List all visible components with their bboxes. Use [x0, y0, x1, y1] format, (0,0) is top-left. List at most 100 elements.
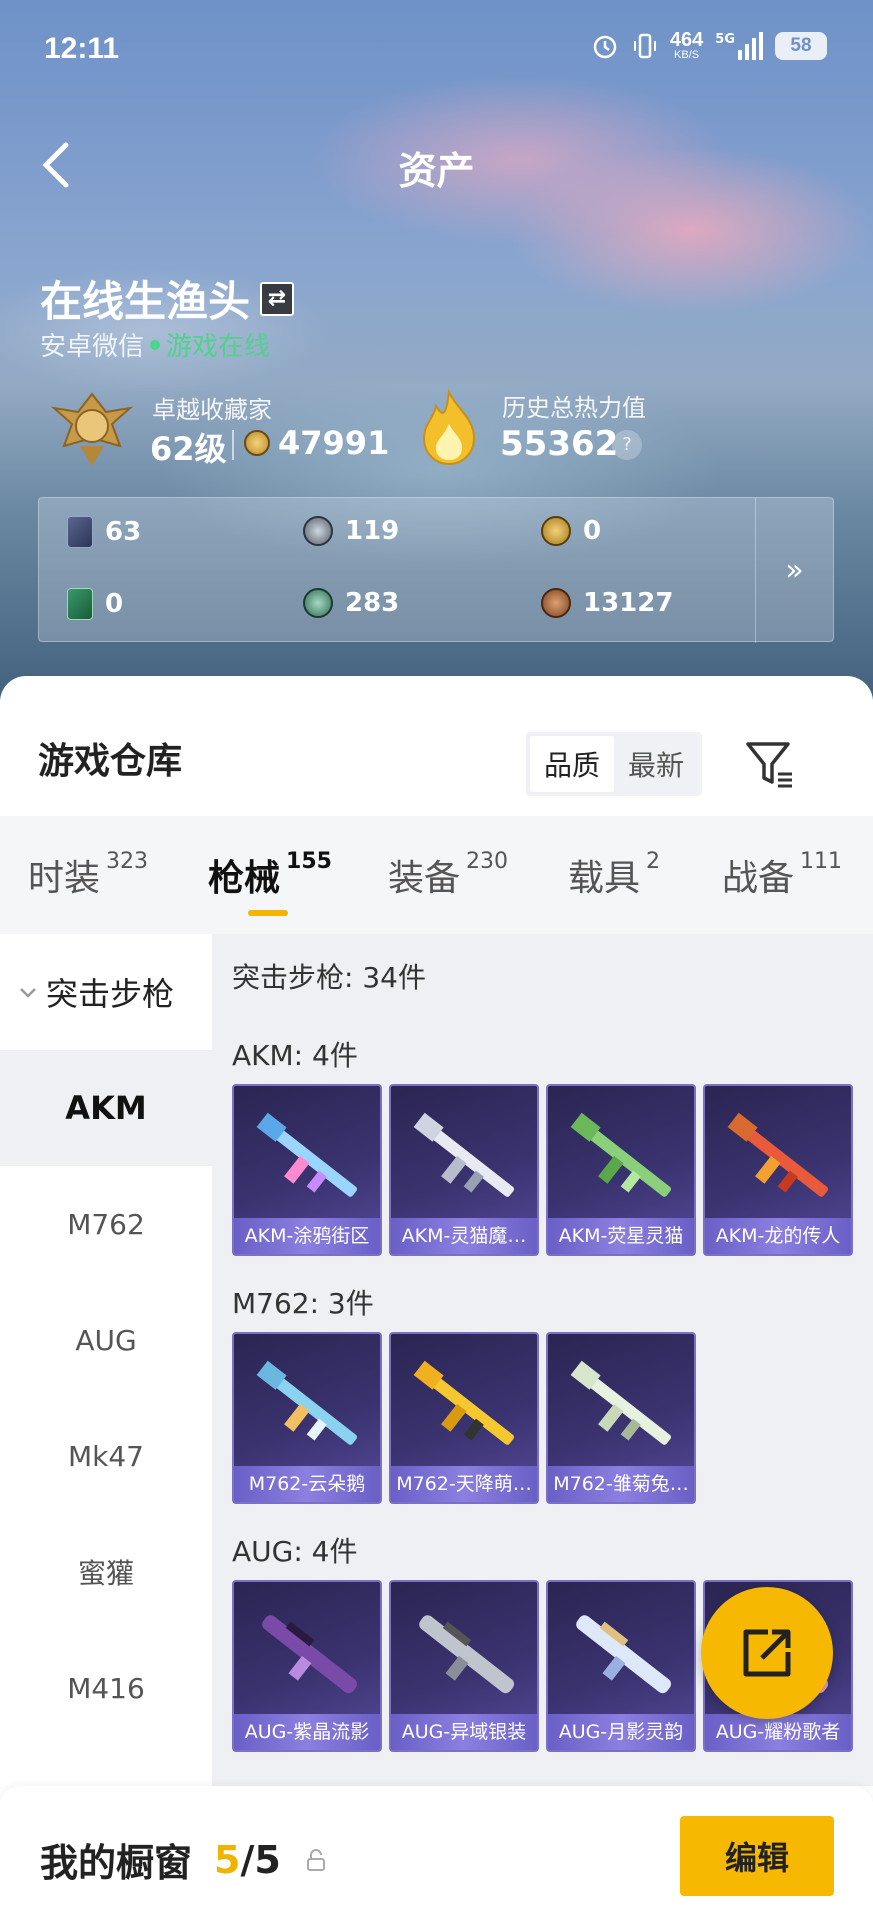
weapon-name: AKM-灵猫魔… [391, 1218, 537, 1254]
expand-chevron-icon[interactable]: » [755, 498, 833, 643]
tab-fashion[interactable]: 时装 323 [28, 816, 148, 934]
rifle-icon [419, 1615, 515, 1694]
chevron-down-icon [20, 988, 36, 998]
rifle-icon [256, 1112, 358, 1197]
weapon-name: M762-天降萌… [391, 1466, 537, 1502]
rifle-icon [727, 1112, 829, 1197]
tab-label: 战备 [722, 858, 795, 899]
rifle-icon [570, 1360, 672, 1445]
warehouse-title: 游戏仓库 [38, 741, 183, 782]
tab-label: 载具 [568, 858, 641, 899]
status-bar: 12:11 464 KB/S 5G 58 [0, 0, 873, 100]
sidebar-group-label: 突击步枪 [46, 975, 175, 1013]
rifle-icon [413, 1112, 515, 1197]
sidebar-item-akm[interactable]: AKM [0, 1050, 212, 1166]
tab-label: 时装 [28, 858, 101, 899]
weapon-name: M762-雏菊兔… [548, 1466, 694, 1502]
heat-label: 历史总热力值 [502, 394, 646, 422]
stat-gold[interactable]: 0 [541, 516, 601, 546]
rifle-icon [256, 1360, 358, 1445]
switch-account-icon[interactable]: ⇄ [260, 281, 295, 316]
weapon-card[interactable]: AUG-异域银装 [389, 1580, 539, 1752]
showcase-title: 我的橱窗 [40, 1841, 193, 1885]
share-fab-button[interactable] [701, 1587, 833, 1719]
sort-latest-button[interactable]: 最新 [614, 736, 698, 792]
weapon-name: M762-云朵鹅 [234, 1466, 380, 1502]
sidebar-item-m416[interactable]: M416 [0, 1630, 212, 1746]
weapon-name: AUG-异域银装 [391, 1714, 537, 1750]
tab-count: 111 [800, 848, 843, 874]
stat-value: 0 [105, 589, 124, 619]
online-dot [150, 339, 161, 350]
stat-card[interactable]: 63 [67, 516, 141, 548]
username-text: 在线生渔头 [40, 277, 251, 326]
filter-icon[interactable] [742, 736, 798, 792]
sidebar-group-assault-rifles[interactable]: 突击步枪 [0, 934, 212, 1050]
tab-label: 枪械 [208, 858, 281, 899]
divider [232, 430, 234, 460]
weapon-card[interactable]: M762-天降萌… [389, 1332, 539, 1504]
weapon-card[interactable]: AKM-龙的传人 [703, 1084, 853, 1256]
stat-silver[interactable]: 119 [303, 516, 399, 546]
tab-vehicles[interactable]: 载具 2 [568, 816, 660, 934]
sidebar-item-m762[interactable]: M762 [0, 1166, 212, 1282]
collector-medal-icon [50, 392, 134, 466]
weapon-card[interactable]: AUG-紫晶流影 [232, 1580, 382, 1752]
rifle-icon [570, 1112, 672, 1197]
weapon-card[interactable]: AUG-月影灵韵 [546, 1580, 696, 1752]
online-status: 游戏在线 [166, 332, 271, 362]
tab-equipment[interactable]: 装备 230 [388, 816, 508, 934]
stat-value: 283 [345, 588, 400, 618]
sidebar-item-mk47[interactable]: Mk47 [0, 1398, 212, 1514]
currency-panel: 63 119 0 0 283 13127 » [38, 497, 834, 643]
status-time: 12:11 [44, 32, 120, 65]
net-speed: 464 KB/S [669, 29, 704, 61]
weapon-sidebar: 突击步枪 AKM M762 AUG Mk47 蜜獾 M416 [0, 934, 212, 1786]
rifle-icon [413, 1360, 515, 1445]
tab-guns[interactable]: 枪械 155 [208, 816, 332, 934]
username[interactable]: 在线生渔头 ⇄ [40, 268, 295, 329]
sidebar-item-honey-badger[interactable]: 蜜獾 [0, 1514, 212, 1630]
card-icon [67, 516, 93, 548]
weapon-name: AKM-龙的传人 [705, 1218, 851, 1254]
weapon-card[interactable]: M762-云朵鹅 [232, 1332, 382, 1504]
weapon-card[interactable]: AKM-涂鸦街区 [232, 1084, 382, 1256]
warehouse-sheet: 游戏仓库 品质 最新 时装 323 枪械 155 装备 230 载具 2 战备 111 突… [0, 676, 873, 1920]
token-icon [303, 588, 333, 618]
tab-supplies[interactable]: 战备 111 [722, 816, 842, 934]
showcase-total: /5 [240, 1837, 281, 1882]
edit-button[interactable]: 编辑 [680, 1816, 834, 1896]
tab-count: 155 [286, 848, 332, 874]
weapon-name: AKM-涂鸦街区 [234, 1218, 380, 1254]
green-card-icon [67, 588, 93, 620]
active-tab-indicator [248, 910, 288, 916]
collector-level: 62级 [150, 430, 227, 468]
sidebar-item-aug[interactable]: AUG [0, 1282, 212, 1398]
tab-label: 装备 [388, 858, 461, 899]
section-title: AKM: 4件 [232, 1039, 358, 1072]
weapon-name: AKM-荧星灵猫 [548, 1218, 694, 1254]
showcase-label: 我的橱窗 5/5 [40, 1832, 327, 1887]
weapon-card[interactable]: M762-雏菊兔… [546, 1332, 696, 1504]
status-icons: 464 KB/S 5G 58 [590, 30, 827, 61]
sort-quality-button[interactable]: 品质 [530, 736, 614, 792]
heat-value: 55362 [500, 424, 619, 464]
tab-count: 323 [106, 848, 149, 874]
signal-icon: 5G [715, 31, 763, 60]
tab-count: 230 [466, 848, 509, 874]
weapon-card[interactable]: AKM-灵猫魔… [389, 1084, 539, 1256]
flame-icon [422, 388, 476, 466]
collector-label: 卓越收藏家 [152, 396, 272, 424]
stat-bronze[interactable]: 13127 [541, 588, 673, 618]
lock-icon [306, 1848, 325, 1871]
weapon-name: AUG-月影灵韵 [548, 1714, 694, 1750]
section-title: AUG: 4件 [232, 1535, 358, 1568]
question-icon[interactable]: ? [612, 430, 642, 460]
rifle-icon [576, 1615, 672, 1694]
page-title: 资产 [398, 149, 475, 193]
stat-green-card[interactable]: 0 [67, 588, 123, 620]
sort-toggle: 品质 最新 [526, 732, 702, 796]
gold-coin-icon [541, 516, 571, 546]
stat-token[interactable]: 283 [303, 588, 399, 618]
weapon-card[interactable]: AKM-荧星灵猫 [546, 1084, 696, 1256]
